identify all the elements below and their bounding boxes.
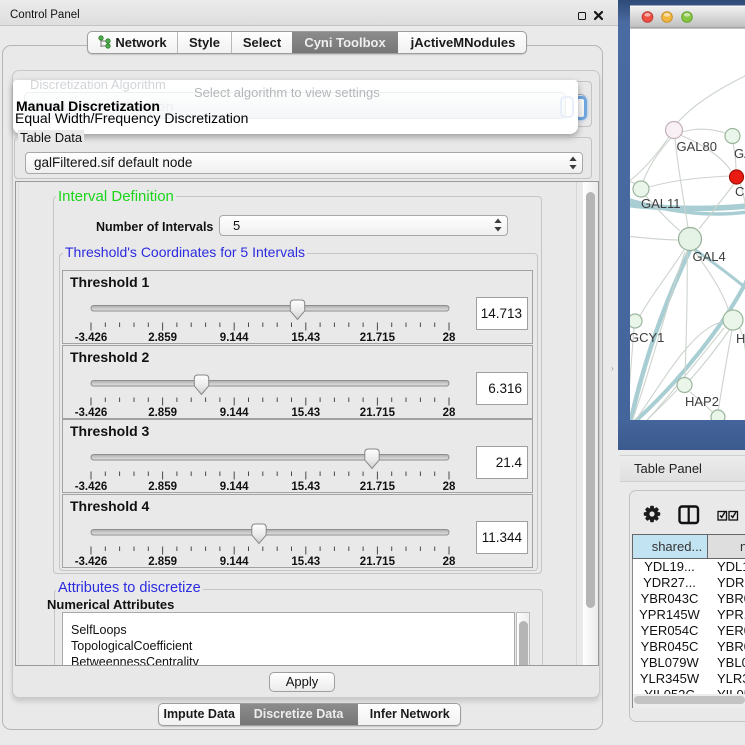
svg-text:-3.426: -3.426 xyxy=(75,332,108,344)
svg-text:-3.426: -3.426 xyxy=(75,481,108,493)
svg-text:21.715: 21.715 xyxy=(360,332,396,344)
svg-text:-3.426: -3.426 xyxy=(75,407,108,419)
svg-text:C: C xyxy=(735,184,744,199)
svg-text:2.859: 2.859 xyxy=(148,332,177,344)
svg-text:2.859: 2.859 xyxy=(148,556,177,568)
svg-text:15.43: 15.43 xyxy=(291,556,320,568)
svg-text:9.144: 9.144 xyxy=(220,556,249,568)
svg-text:28: 28 xyxy=(443,332,456,344)
svg-text:HAP2: HAP2 xyxy=(685,394,719,409)
svg-text:2.859: 2.859 xyxy=(148,407,177,419)
svg-text:21.715: 21.715 xyxy=(360,407,396,419)
svg-text:9.144: 9.144 xyxy=(220,332,249,344)
svg-text:GA: GA xyxy=(734,146,745,161)
svg-text:28: 28 xyxy=(443,556,456,568)
svg-text:15.43: 15.43 xyxy=(291,332,320,344)
svg-text:21.715: 21.715 xyxy=(360,481,396,493)
svg-text:9.144: 9.144 xyxy=(220,407,249,419)
svg-text:15.43: 15.43 xyxy=(291,481,320,493)
svg-text:21.715: 21.715 xyxy=(360,556,396,568)
svg-text:GCY1: GCY1 xyxy=(629,330,664,345)
svg-text:-3.426: -3.426 xyxy=(75,556,108,568)
svg-text:GAL4: GAL4 xyxy=(693,249,726,264)
svg-text:GAL11: GAL11 xyxy=(641,196,681,211)
svg-text:28: 28 xyxy=(443,407,456,419)
svg-text:15.43: 15.43 xyxy=(291,407,320,419)
svg-text:28: 28 xyxy=(443,481,456,493)
svg-text:GAL80: GAL80 xyxy=(677,139,717,154)
svg-text:H: H xyxy=(736,331,745,346)
svg-text:9.144: 9.144 xyxy=(220,481,249,493)
svg-text:2.859: 2.859 xyxy=(148,481,177,493)
